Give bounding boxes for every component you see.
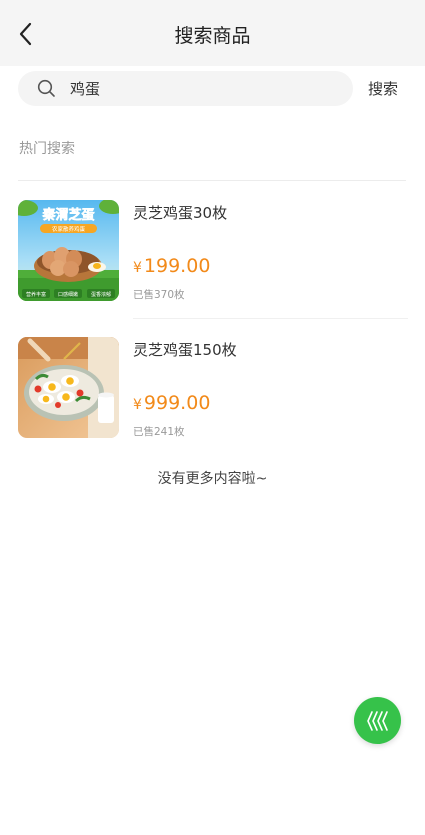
- price-value: 999.00: [143, 392, 211, 414]
- product-price: ¥999.00: [133, 392, 210, 414]
- top-nav-bar: 搜索商品: [0, 0, 425, 66]
- product-name: 灵芝鸡蛋30枚: [133, 204, 228, 222]
- currency-symbol: ¥: [133, 397, 142, 413]
- image-banner-text: 农家散养鸡蛋: [52, 225, 86, 233]
- row-divider: [133, 318, 408, 319]
- price-value: 199.00: [143, 255, 211, 277]
- search-input[interactable]: [70, 71, 340, 106]
- product-price: ¥199.00: [133, 255, 210, 277]
- search-icon: [37, 79, 55, 97]
- product-image: 秦渭芝蛋 农家散养鸡蛋 营养丰富 口感细嫩 蛋香浓郁: [18, 200, 119, 301]
- sold-count: 已售241枚: [133, 426, 185, 438]
- product-image: [18, 337, 119, 438]
- image-badge-text: 营养丰富: [26, 291, 46, 298]
- search-bar: [18, 71, 353, 106]
- product-item[interactable]: 灵芝鸡蛋150枚 ¥999.00 已售241枚: [18, 337, 408, 447]
- image-badge-text: 口感细嫩: [58, 291, 78, 298]
- currency-symbol: ¥: [133, 260, 142, 276]
- page-title: 搜索商品: [174, 25, 251, 47]
- hot-search-heading: 热门搜索: [19, 141, 75, 157]
- no-more-content-text: 没有更多内容啦~: [157, 471, 268, 487]
- product-name: 灵芝鸡蛋150枚: [133, 341, 237, 359]
- search-button[interactable]: 搜索: [368, 78, 398, 99]
- section-divider: [18, 180, 406, 181]
- image-title-text: 秦渭芝蛋: [41, 207, 94, 223]
- arrows-icon: [367, 711, 388, 731]
- sold-count: 已售370枚: [133, 289, 185, 301]
- product-item[interactable]: 秦渭芝蛋 农家散养鸡蛋 营养丰富 口感细嫩 蛋香浓郁 灵芝鸡蛋30枚 ¥199.…: [18, 200, 408, 310]
- floating-action-button[interactable]: [354, 697, 401, 744]
- image-badge-text: 蛋香浓郁: [91, 291, 111, 298]
